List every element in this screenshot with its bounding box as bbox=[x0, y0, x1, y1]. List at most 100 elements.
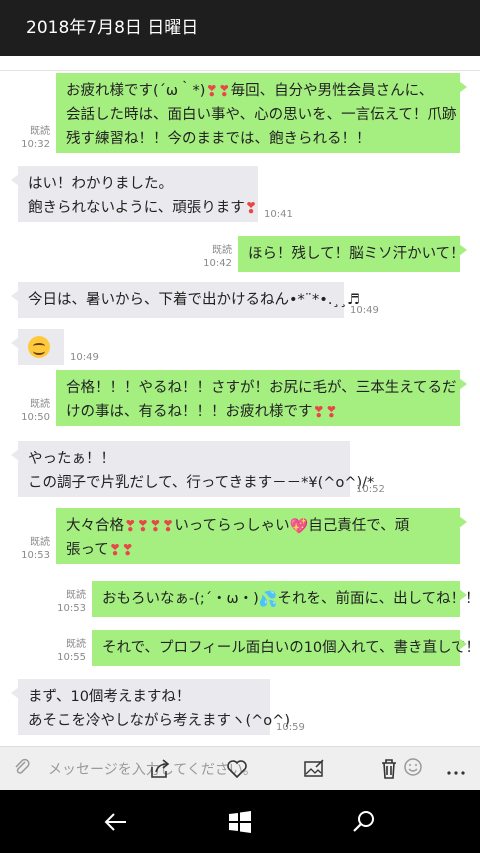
message-text: 飽きられないように、頑張ります bbox=[28, 200, 245, 216]
message-text: お疲れ様です(´ω｀*) bbox=[66, 83, 206, 99]
message-line: はい！わかりました。 bbox=[28, 172, 248, 196]
message-time: 10:49 bbox=[350, 305, 379, 316]
message-line: それで、プロフィール面白いの10個入れて、書き直して！ bbox=[102, 636, 480, 660]
back-icon[interactable] bbox=[102, 808, 130, 836]
heart-emoji-icon: ❣ bbox=[136, 517, 150, 535]
message-text: 会話した時は、面白い事や、心の思いを、一言伝えて！爪跡 bbox=[66, 107, 457, 123]
emoji-icon[interactable] bbox=[401, 757, 425, 781]
message-text: この調子で片乳だして、行ってきます－－*¥(^o^)/* bbox=[28, 475, 375, 491]
message-text: 毎回、自分や男性会員さんに、 bbox=[230, 83, 434, 99]
message-meta: 既読 10:55 bbox=[46, 638, 86, 664]
message-text: はい！わかりました。 bbox=[28, 176, 173, 192]
message-line: あそこを冷やしながら考えますヽ(^o^) bbox=[28, 709, 290, 733]
message-line: お疲れ様です(´ω｀*)❣❣毎回、自分や男性会員さんに、 bbox=[66, 79, 450, 103]
message-line: この調子で片乳だして、行ってきます－－*¥(^o^)/* bbox=[28, 471, 374, 495]
heart-emoji-icon: ❣ bbox=[149, 517, 162, 535]
message-meta: 10:52 bbox=[356, 483, 396, 496]
message-bubble[interactable]: お疲れ様です(´ω｀*)❣❣毎回、自分や男性会員さんに、 会話した時は、面白い事や… bbox=[56, 73, 467, 153]
message-text: 大々合格 bbox=[66, 518, 124, 534]
heart-emoji-icon: ❣ bbox=[124, 517, 137, 535]
message-time: 10:59 bbox=[276, 722, 305, 733]
attach-icon[interactable] bbox=[10, 757, 34, 781]
heart-emoji-icon: ❣ bbox=[205, 82, 219, 100]
message-text: けの事は、有るね！！！お疲れ様です bbox=[66, 404, 313, 420]
message-line bbox=[28, 335, 54, 359]
message-line: 合格！！！やるね！！さすが！お尻に毛が、三本生えてるだ bbox=[66, 376, 456, 400]
message-meta: 既読 10:32 bbox=[10, 125, 50, 151]
message-time: 10:55 bbox=[57, 652, 86, 663]
message-bubble[interactable]: まず、10個考えますね！ あそこを冷やしながら考えますヽ(^o^) bbox=[11, 679, 290, 735]
message-text: まず、10個考えますね！ bbox=[28, 689, 191, 705]
message-line: まず、10個考えますね！ bbox=[28, 685, 260, 709]
message-text: 今日は、暑いから、下着で出かけるねん•*¨*•.¸¸♬ bbox=[28, 292, 360, 308]
message-line: 今日は、暑いから、下着で出かけるねん•*¨*•.¸¸♬ bbox=[28, 288, 360, 312]
system-navbar bbox=[0, 790, 480, 853]
message-text: それを、前面に、出してね！！ bbox=[277, 591, 480, 607]
message-bubble[interactable]: 合格！！！やるね！！さすが！お尻に毛が、三本生えてるだ けの事は、有るね！！！お疲… bbox=[56, 370, 467, 426]
message-line: けの事は、有るね！！！お疲れ様です❣❣ bbox=[66, 400, 450, 424]
heart-emoji-icon: ❣ bbox=[161, 517, 175, 535]
message-text: それで、プロフィール面白いの10個入れて、書き直して！ bbox=[102, 640, 480, 656]
message-line: おもろいなぁ-(;´・ω・)💦それを、前面に、出してね！！ bbox=[102, 587, 480, 611]
message-line: 会話した時は、面白い事や、心の思いを、一言伝えて！爪跡 bbox=[66, 103, 456, 127]
message-bubble[interactable]: それで、プロフィール面白いの10個入れて、書き直して！ bbox=[92, 630, 480, 666]
chat-area[interactable]: お疲れ様です(´ω｀*)❣❣毎回、自分や男性会員さんに、 会話した時は、面白い事や… bbox=[0, 56, 480, 746]
read-receipt: 既読 bbox=[212, 245, 232, 256]
message-time: 10:53 bbox=[57, 603, 86, 614]
message-bubble[interactable]: はい！わかりました。飽きられないように、頑張ります❣ bbox=[11, 166, 258, 222]
heart-emoji-icon: ❣ bbox=[312, 403, 326, 421]
message-text: 合格！！！やるね！！さすが！お尻に毛が、三本生えてるだ bbox=[66, 380, 457, 396]
message-toolbar: メッセージを入力してください。 bbox=[0, 746, 480, 790]
read-receipt: 既読 bbox=[66, 639, 86, 650]
message-line: 大々合格❣❣❣❣いってらっしゃい💖自己責任で、頑 bbox=[66, 514, 450, 538]
message-time: 10:50 bbox=[21, 412, 50, 423]
message-meta: 10:59 bbox=[276, 721, 316, 734]
message-bubble[interactable]: おもろいなぁ-(;´・ω・)💦それを、前面に、出してね！！ bbox=[92, 581, 480, 617]
message-line: 残す練習ね！！今のままでは、飽きられる！！ bbox=[66, 127, 450, 151]
message-meta: 10:41 bbox=[264, 208, 304, 221]
image-edit-icon[interactable] bbox=[302, 757, 326, 781]
message-bubble[interactable]: 今日は、暑いから、下着で出かけるねん•*¨*•.¸¸♬ bbox=[11, 282, 360, 318]
message-time: 10:32 bbox=[21, 139, 50, 150]
message-meta: 既読 10:42 bbox=[192, 244, 232, 270]
message-meta: 既読 10:50 bbox=[10, 398, 50, 424]
message-text: いってらっしゃい bbox=[174, 518, 290, 534]
message-meta: 10:49 bbox=[70, 351, 110, 364]
message-bubble[interactable] bbox=[11, 329, 64, 365]
read-receipt: 既読 bbox=[30, 399, 50, 410]
message-bubble[interactable]: やったぁ！！ この調子で片乳だして、行ってきます－－*¥(^o^)/* bbox=[11, 441, 374, 497]
message-line: 張って❣❣ bbox=[66, 538, 450, 562]
message-time: 10:42 bbox=[203, 258, 232, 269]
windows-icon[interactable] bbox=[226, 808, 254, 836]
trash-icon[interactable] bbox=[377, 757, 401, 781]
smiling-face-icon bbox=[28, 336, 50, 358]
divider bbox=[0, 70, 480, 71]
share-icon[interactable] bbox=[148, 757, 172, 781]
message-meta: 既読 10:53 bbox=[46, 589, 86, 615]
more-icon[interactable] bbox=[444, 757, 468, 781]
message-bubble[interactable]: ほら！残して！脳ミソ汗かいて！ bbox=[238, 236, 467, 272]
message-text: おもろいなぁ-(;´・ω・) bbox=[102, 591, 259, 607]
message-line: やったぁ！！ bbox=[28, 447, 340, 471]
message-text: ほら！残して！脳ミソ汗かいて！ bbox=[248, 246, 465, 262]
read-receipt: 既読 bbox=[30, 126, 50, 137]
message-bubble[interactable]: 大々合格❣❣❣❣いってらっしゃい💖自己責任で、頑 張って❣❣ bbox=[56, 508, 467, 564]
message-time: 10:52 bbox=[356, 484, 385, 495]
drop-emoji-icon: 💦 bbox=[258, 590, 278, 608]
message-time: 10:53 bbox=[21, 550, 50, 561]
message-text: 自己責任で、頑 bbox=[308, 518, 410, 534]
message-time: 10:41 bbox=[264, 209, 293, 220]
read-receipt: 既読 bbox=[30, 537, 50, 548]
heart-emoji-icon: ❣ bbox=[108, 541, 122, 559]
message-line: ほら！残して！脳ミソ汗かいて！ bbox=[248, 242, 465, 266]
message-text: 残す練習ね！！今のままでは、飽きられる！！ bbox=[66, 131, 371, 147]
heart-emoji-icon: ❣ bbox=[218, 82, 231, 100]
heart-emoji-icon: ❣ bbox=[325, 403, 338, 421]
heart-emoji-icon: ❣ bbox=[121, 541, 134, 559]
search-icon[interactable] bbox=[350, 808, 378, 836]
heart-icon[interactable] bbox=[225, 757, 249, 781]
heart-emoji-icon: ❣ bbox=[244, 199, 258, 217]
page-title: 2018年7月8日 日曜日 bbox=[0, 0, 480, 56]
message-meta: 10:49 bbox=[350, 304, 390, 317]
gift-emoji-icon: 💖 bbox=[289, 517, 309, 535]
